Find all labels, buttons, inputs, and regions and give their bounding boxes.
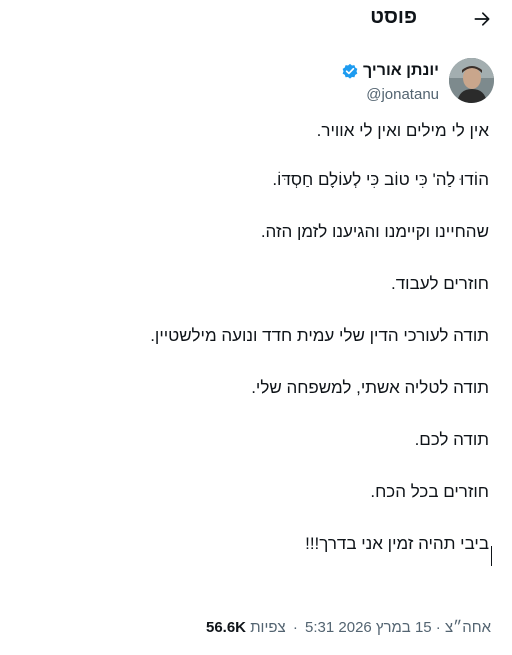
author-handle[interactable]: @jonatanu xyxy=(366,86,439,103)
page-title: פוסט xyxy=(370,6,417,28)
tweet-paragraph: חוזרים לעבוד. xyxy=(391,274,489,293)
avatar[interactable] xyxy=(449,58,494,103)
tweet-meta: אחה״צ · 15 במרץ 2026 5:31 · צפיות 56.6K xyxy=(206,619,491,636)
name-row: יונתן אוריך xyxy=(341,62,439,80)
tweet-paragraph: שהחיינו וקיימנו והגיענו לזמן הזה. xyxy=(260,222,489,241)
tweet-paragraph: ביבי תהיה זמין אני בדרך!!! xyxy=(305,534,489,553)
tweet-paragraph: תודה לכם. xyxy=(414,430,489,449)
meta-separator: · xyxy=(292,619,298,636)
verified-badge-icon xyxy=(342,63,358,79)
views-count[interactable]: 56.6K xyxy=(206,619,246,636)
author-block: יונתן אוריך @jonatanu xyxy=(18,58,494,110)
tweet-paragraph: תודה לטליה אשתי, למשפחה שלי. xyxy=(251,378,489,397)
page-header: פוסט xyxy=(0,0,512,40)
avatar-image xyxy=(449,58,494,103)
post-time[interactable]: 5:31 xyxy=(305,619,334,636)
tweet-text: אין לי מילים ואין לי אוויר. הוֹדוּ לַה' … xyxy=(19,120,489,554)
tweet-paragraph: הוֹדוּ לַה' כִּי טוֹב כִּי לְעוֹלָם חַסְ… xyxy=(272,170,489,189)
views-label: צפיות xyxy=(250,619,286,636)
back-button[interactable] xyxy=(468,5,496,33)
post-date[interactable]: אחה״צ · 15 במרץ 2026 xyxy=(338,619,491,636)
tweet-paragraph: אין לי מילים ואין לי אוויר. xyxy=(316,121,489,140)
arrow-right-icon xyxy=(474,12,490,26)
author-name[interactable]: יונתן אוריך xyxy=(363,62,439,80)
tweet-paragraph: חוזרים בכל הכח. xyxy=(370,482,489,501)
text-caret xyxy=(491,546,492,566)
tweet-paragraph: תודה לעורכי הדין שלי עמית חדד ונועה מילש… xyxy=(150,326,489,345)
